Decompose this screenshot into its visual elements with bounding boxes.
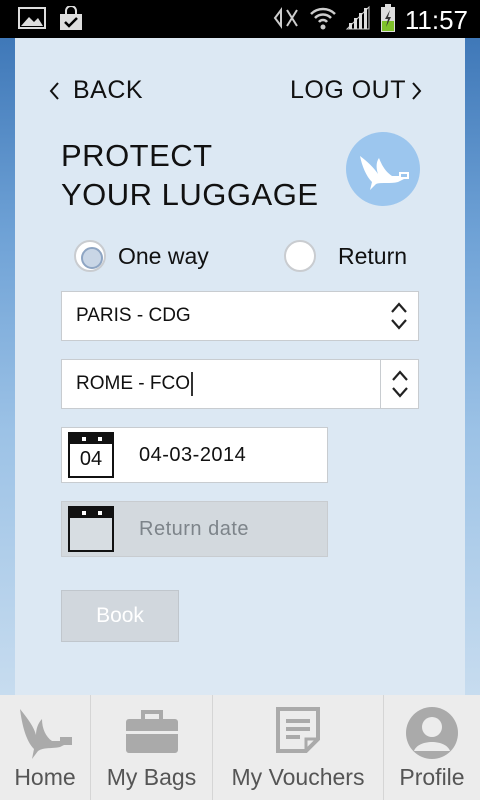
tab-my-vouchers[interactable]: My Vouchers xyxy=(213,695,384,800)
gallery-icon xyxy=(18,6,46,37)
battery-charging-icon xyxy=(379,3,397,38)
mute-icon xyxy=(271,6,301,35)
tab-my-bags-label: My Bags xyxy=(106,764,197,790)
tab-home-label: Home xyxy=(14,764,76,790)
destination-select[interactable]: ROME - FCO xyxy=(61,359,419,409)
calendar-day: 04 xyxy=(79,448,103,470)
document-icon xyxy=(274,705,322,760)
departure-date-field[interactable]: 04 04-03-2014 xyxy=(61,427,328,483)
tab-my-vouchers-label: My Vouchers xyxy=(231,764,365,790)
clock: 11:57 xyxy=(404,5,468,35)
bird-icon xyxy=(360,156,409,190)
bottom-tab-bar: Home My Bags My Vouchers Profile xyxy=(0,695,480,800)
title-line-2: YOUR LUGGAGE xyxy=(61,177,319,212)
logout-button[interactable]: LOG OUT xyxy=(290,76,432,105)
bird-icon xyxy=(16,705,74,766)
logout-label: LOG OUT xyxy=(289,76,406,104)
origin-value: PARIS - CDG xyxy=(76,305,191,326)
radio-return[interactable]: Return xyxy=(284,240,407,272)
signal-icon xyxy=(345,5,371,36)
chevron-right-icon xyxy=(410,80,432,102)
user-icon xyxy=(404,705,460,766)
radio-one-way-button[interactable] xyxy=(74,240,106,272)
radio-return-label: Return xyxy=(338,242,408,269)
shopping-bag-icon xyxy=(58,5,84,37)
departure-date-value: 04-03-2014 xyxy=(139,443,247,466)
radio-one-way-label: One way xyxy=(118,242,209,269)
book-button[interactable]: Book xyxy=(61,590,179,642)
return-date-field[interactable]: Return date xyxy=(61,501,328,557)
page-title: PROTECT YOUR LUGGAGE xyxy=(61,136,319,214)
chevron-left-icon xyxy=(47,80,69,102)
tab-home[interactable]: Home xyxy=(0,695,91,800)
calendar-icon xyxy=(68,506,114,552)
up-down-chevron-icon[interactable] xyxy=(380,360,418,408)
destination-value: ROME - FCO xyxy=(76,373,190,394)
title-line-1: PROTECT xyxy=(61,138,213,173)
back-label: BACK xyxy=(73,76,144,104)
text-cursor xyxy=(191,372,193,396)
tab-profile[interactable]: Profile xyxy=(384,695,480,800)
tab-profile-label: Profile xyxy=(399,764,465,790)
app-logo xyxy=(346,132,420,206)
wifi-icon xyxy=(309,5,337,36)
return-date-placeholder: Return date xyxy=(139,517,250,540)
calendar-icon: 04 xyxy=(68,432,114,478)
radio-one-way[interactable]: One way xyxy=(74,240,209,272)
tab-my-bags[interactable]: My Bags xyxy=(91,695,213,800)
briefcase-icon xyxy=(124,705,180,762)
radio-return-button[interactable] xyxy=(284,240,316,272)
up-down-chevron-icon[interactable] xyxy=(380,292,418,340)
origin-select[interactable]: PARIS - CDG xyxy=(61,291,419,341)
status-bar: 11:57 xyxy=(0,0,480,38)
back-button[interactable]: BACK xyxy=(47,76,143,105)
